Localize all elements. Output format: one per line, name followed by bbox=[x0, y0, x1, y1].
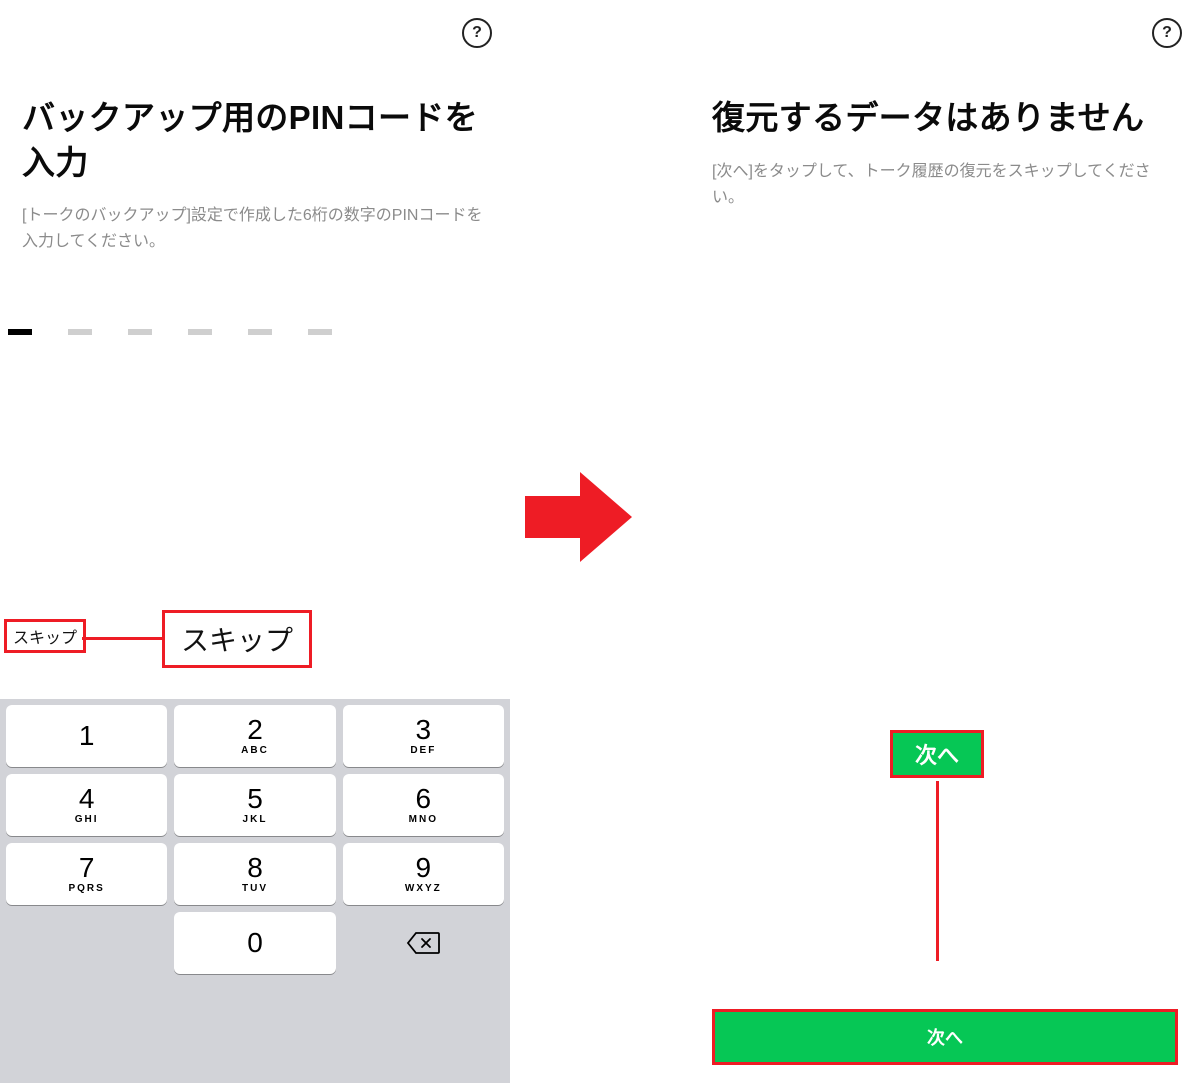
key-5-let: JKL bbox=[243, 814, 268, 825]
key-2-num: 2 bbox=[247, 716, 263, 744]
next-callout-label: 次へ bbox=[890, 730, 984, 778]
left-screen: ? バックアップ用のPINコードを入力 [トークのバックアップ]設定で作成した6… bbox=[0, 0, 510, 1083]
help-icon[interactable]: ? bbox=[462, 18, 492, 48]
key-9[interactable]: 9 WXYZ bbox=[343, 843, 504, 905]
next-button[interactable]: 次へ bbox=[712, 1009, 1178, 1065]
skip-button[interactable]: スキップ bbox=[162, 610, 312, 668]
key-3[interactable]: 3 DEF bbox=[343, 705, 504, 767]
key-0[interactable]: 0 bbox=[174, 912, 335, 974]
pin-indicator bbox=[8, 329, 332, 335]
key-2-let: ABC bbox=[241, 745, 269, 756]
right-screen: ? 復元するデータはありません [次へ]をタップして、トーク履歴の復元をスキップ… bbox=[690, 0, 1200, 1083]
backspace-button[interactable] bbox=[343, 912, 504, 974]
arrow-right-icon bbox=[525, 472, 635, 562]
help-icon-label: ? bbox=[1162, 24, 1172, 42]
key-6[interactable]: 6 MNO bbox=[343, 774, 504, 836]
pin-dash-6 bbox=[308, 329, 332, 335]
help-icon[interactable]: ? bbox=[1152, 18, 1182, 48]
pin-dash-1 bbox=[8, 329, 32, 335]
key-4[interactable]: 4 GHI bbox=[6, 774, 167, 836]
keypad-spacer bbox=[6, 912, 167, 974]
key-6-let: MNO bbox=[409, 814, 438, 825]
key-7-let: PQRS bbox=[68, 883, 104, 894]
key-9-num: 9 bbox=[416, 854, 432, 882]
page-subtext: [トークのバックアップ]設定で作成した6桁の数字のPINコードを入力してください… bbox=[0, 185, 510, 256]
key-4-num: 4 bbox=[79, 785, 95, 813]
key-6-num: 6 bbox=[416, 785, 432, 813]
skip-callout-label: スキップ bbox=[4, 619, 86, 653]
key-2[interactable]: 2 ABC bbox=[174, 705, 335, 767]
pin-dash-3 bbox=[128, 329, 152, 335]
pin-dash-2 bbox=[68, 329, 92, 335]
page-title: 復元するデータはありません bbox=[690, 0, 1200, 141]
help-icon-label: ? bbox=[472, 24, 482, 42]
key-3-let: DEF bbox=[410, 745, 436, 756]
key-8-let: TUV bbox=[242, 883, 268, 894]
key-0-num: 0 bbox=[247, 929, 263, 957]
key-7-num: 7 bbox=[79, 854, 95, 882]
pin-dash-5 bbox=[248, 329, 272, 335]
skip-callout-line bbox=[82, 637, 162, 640]
key-5-num: 5 bbox=[247, 785, 263, 813]
page-subtext: [次へ]をタップして、トーク履歴の復元をスキップしてください。 bbox=[690, 141, 1200, 212]
page-title: バックアップ用のPINコードを入力 bbox=[0, 0, 510, 185]
key-1[interactable]: 1 bbox=[6, 705, 167, 767]
backspace-icon bbox=[406, 931, 440, 955]
numeric-keypad: 1 2 ABC 3 DEF 4 GHI 5 J bbox=[0, 699, 510, 1083]
key-7[interactable]: 7 PQRS bbox=[6, 843, 167, 905]
key-1-num: 1 bbox=[79, 722, 95, 750]
key-3-num: 3 bbox=[416, 716, 432, 744]
next-callout-line bbox=[936, 781, 939, 961]
key-5[interactable]: 5 JKL bbox=[174, 774, 335, 836]
key-9-let: WXYZ bbox=[405, 883, 442, 894]
pin-dash-4 bbox=[188, 329, 212, 335]
key-4-let: GHI bbox=[75, 814, 99, 825]
key-8-num: 8 bbox=[247, 854, 263, 882]
key-8[interactable]: 8 TUV bbox=[174, 843, 335, 905]
